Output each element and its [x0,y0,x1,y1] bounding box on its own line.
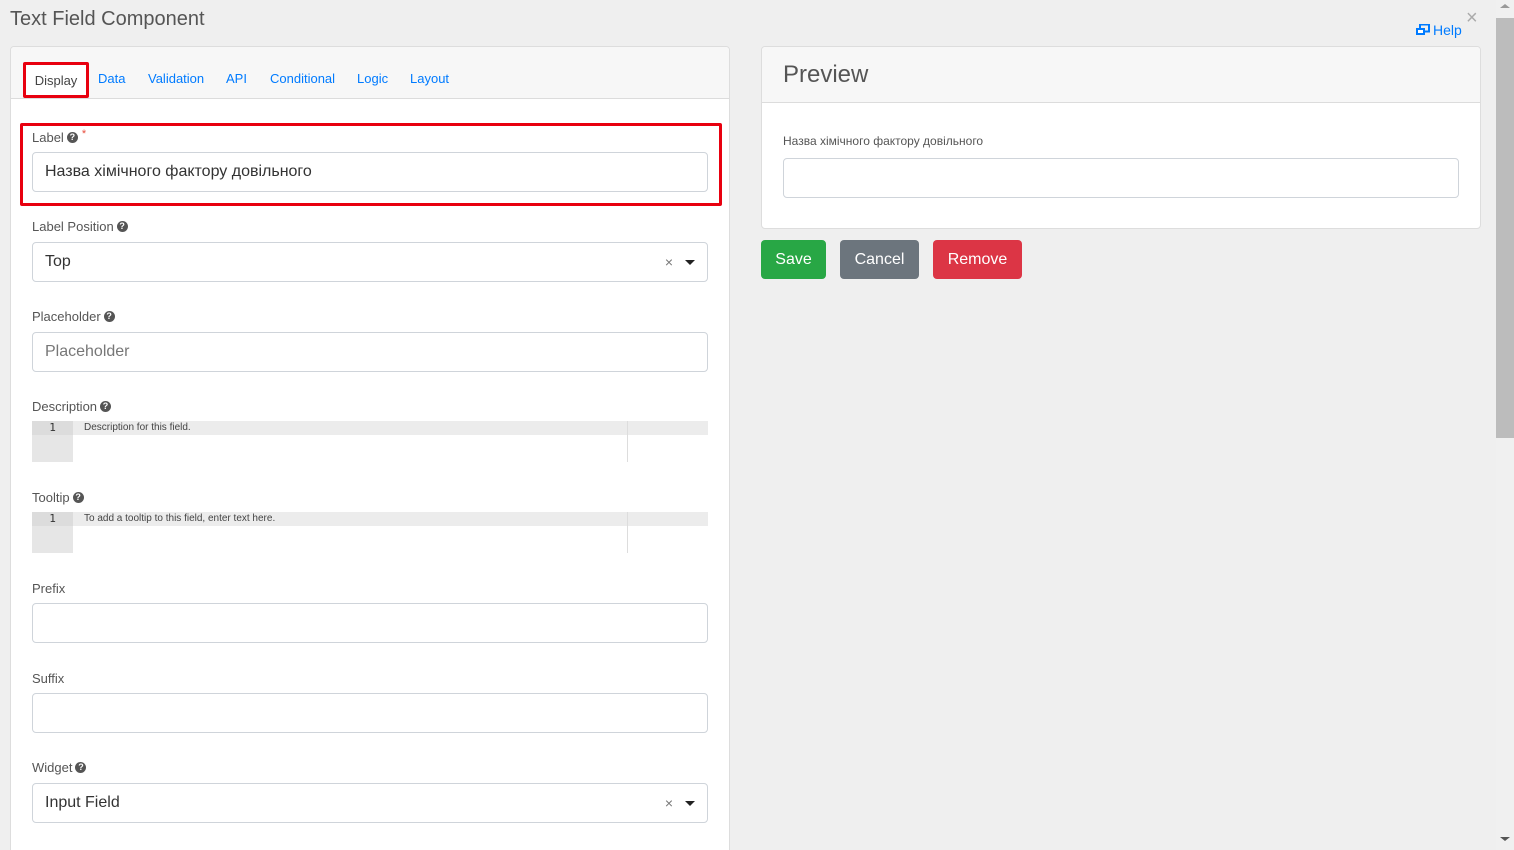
prefix-field-group: Prefix [32,580,708,643]
clear-icon[interactable]: × [665,795,673,811]
chevron-down-icon[interactable] [685,259,695,265]
description-label: Description [32,398,98,414]
label-position-select[interactable]: Top × [32,242,708,282]
label-position-label: Label Position [32,218,114,234]
scroll-up-icon[interactable] [1500,4,1510,8]
help-icon[interactable]: ? [116,220,128,232]
dialog-title: Text Field Component [10,8,205,30]
chevron-down-icon[interactable] [685,800,695,806]
tab-bar: Display Data Validation API Conditional … [11,47,729,99]
label-position-value: Top [45,253,71,270]
placeholder-label: Placeholder [32,308,101,324]
settings-panel: Display Data Validation API Conditional … [10,46,730,850]
tooltip-editor[interactable]: 1 To add a tooltip to this field, enter … [32,512,708,553]
help-icon[interactable]: ? [75,761,87,773]
tab-data[interactable]: Data [98,71,125,86]
external-link-icon [1416,24,1430,35]
help-link[interactable]: Help [1415,22,1462,38]
remove-button[interactable]: Remove [933,240,1022,279]
help-icon[interactable]: ? [72,491,84,503]
tooltip-label: Tooltip [32,489,70,505]
close-icon[interactable]: × [1466,8,1478,28]
label-input-value: Назва хімічного фактору довільного [45,163,312,180]
tab-validation[interactable]: Validation [148,71,204,86]
label-field-group: Label ? * Назва хімічного фактору довіль… [32,128,708,192]
widget-select[interactable]: Input Field × [32,783,708,823]
label-field-label: Label [32,129,64,145]
tooltip-field-group: Tooltip ? 1 To add a tooltip to this fie… [32,489,708,553]
label-input[interactable]: Назва хімічного фактору довільного [32,152,708,192]
required-mark: * [81,128,87,140]
scrollbar-thumb[interactable] [1496,18,1514,438]
tab-conditional[interactable]: Conditional [270,71,335,86]
clear-icon[interactable]: × [665,254,673,270]
tab-logic[interactable]: Logic [357,71,388,86]
print-margin [627,421,628,462]
description-editor[interactable]: 1 Description for this field. [32,421,708,462]
help-icon[interactable]: ? [66,131,78,143]
placeholder-input-placeholder: Placeholder [45,343,130,360]
widget-field-group: Widget ? Input Field × [32,759,708,823]
line-number: 1 [32,421,73,435]
tab-display[interactable]: Display [23,62,89,98]
line-number: 1 [32,512,73,526]
widget-value: Input Field [45,794,120,811]
label-position-field-group: Label Position ? Top × [32,218,708,282]
scroll-down-icon[interactable] [1500,837,1510,841]
suffix-field-group: Suffix [32,670,708,733]
suffix-input[interactable] [32,693,708,733]
tab-layout[interactable]: Layout [410,71,449,86]
prefix-input[interactable] [32,603,708,643]
description-field-group: Description ? 1 Description for this fie… [32,398,708,462]
prefix-label: Prefix [32,580,66,596]
description-text: Description for this field. [84,422,191,433]
help-icon[interactable]: ? [100,400,112,412]
help-label: Help [1433,22,1462,38]
preview-title: Preview [762,47,1480,103]
placeholder-input[interactable]: Placeholder [32,332,708,372]
tab-api[interactable]: API [226,71,247,86]
suffix-label: Suffix [32,670,65,686]
print-margin [627,512,628,553]
cancel-button[interactable]: Cancel [840,240,919,279]
preview-field-label: Назва хімічного фактору довільного [783,134,984,148]
vertical-scrollbar[interactable] [1496,0,1514,850]
help-icon[interactable]: ? [103,310,115,322]
save-button[interactable]: Save [761,240,826,279]
placeholder-field-group: Placeholder ? Placeholder [32,308,708,372]
preview-input[interactable] [783,158,1459,198]
widget-label: Widget [32,759,73,775]
preview-panel: Preview Назва хімічного фактору довільно… [761,46,1481,229]
tooltip-text: To add a tooltip to this field, enter te… [84,513,276,524]
